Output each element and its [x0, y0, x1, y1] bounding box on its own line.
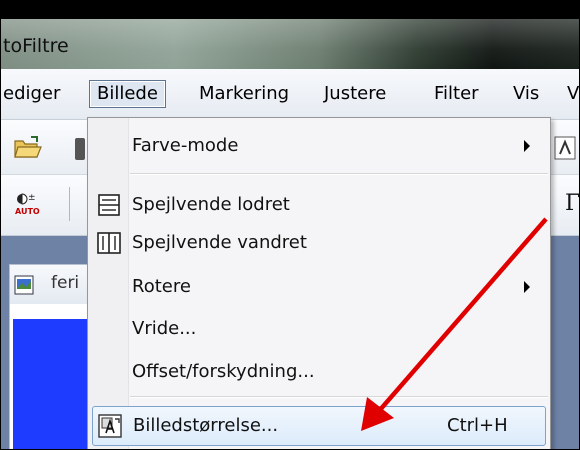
toolbar-separator: [69, 187, 70, 221]
menu-bar: ediger Billede Markering Justere Filter …: [1, 69, 579, 120]
menu-separator: [130, 396, 548, 398]
menu-item-billedstorrelse[interactable]: Billedstørrelse... Ctrl+H: [92, 406, 546, 446]
save-icon[interactable]: [75, 138, 85, 160]
submenu-arrow-icon: [524, 140, 530, 152]
auto-label: AUTO: [15, 207, 40, 216]
screenshot-frame: toFiltre ediger Billede Markering Juster…: [0, 0, 580, 450]
flip-vertical-icon: [98, 194, 120, 216]
menu-item-spejlvende-lodret[interactable]: Spejlvende lodret: [88, 186, 550, 224]
window-title: toFiltre: [3, 35, 69, 57]
menu-billede[interactable]: Billede: [89, 80, 166, 108]
gamma-icon[interactable]: Γ: [565, 191, 579, 216]
menu-item-label: Rotere: [132, 276, 191, 297]
title-bar: [1, 1, 579, 69]
right-tool-icon[interactable]: [554, 136, 576, 160]
menu-item-rotere[interactable]: Rotere: [88, 268, 550, 306]
image-size-icon: [98, 414, 122, 438]
menu-justere[interactable]: Justere: [324, 83, 386, 104]
menu-item-spejlvende-vandret[interactable]: Spejlvende vandret: [88, 224, 550, 262]
contrast-icon: ±: [17, 193, 36, 205]
document-tab-label: feri: [51, 273, 80, 293]
svg-text:±: ±: [28, 193, 36, 203]
open-folder-icon[interactable]: [13, 135, 43, 161]
document-canvas[interactable]: [13, 319, 89, 449]
menu-separator: [130, 173, 548, 175]
menu-markering[interactable]: Markering: [199, 83, 289, 104]
menu-item-label: Spejlvende lodret: [132, 194, 290, 215]
menu-item-farve-mode[interactable]: Farve-mode: [88, 127, 550, 165]
menu-vindue[interactable]: V: [567, 83, 579, 104]
image-file-icon: [14, 275, 34, 295]
billede-dropdown-menu: Farve-mode Spejlvende lodret Spejlvende …: [87, 117, 551, 449]
menu-item-label: Farve-mode: [132, 135, 239, 156]
menu-item-label: Billedstørrelse...: [133, 415, 279, 436]
menu-item-label: Spejlvende vandret: [132, 232, 307, 253]
menu-vis[interactable]: Vis: [513, 83, 539, 104]
auto-contrast-button[interactable]: ± AUTO: [15, 191, 41, 221]
menu-rediger[interactable]: ediger: [3, 83, 60, 104]
menu-item-shortcut: Ctrl+H: [447, 415, 508, 436]
menu-filter[interactable]: Filter: [434, 83, 479, 104]
flip-horizontal-icon: [97, 232, 121, 254]
menu-item-vride[interactable]: Vride...: [88, 310, 550, 348]
menu-item-offset[interactable]: Offset/forskydning...: [88, 353, 550, 391]
menu-item-label: Offset/forskydning...: [132, 361, 315, 382]
menu-item-label: Vride...: [132, 318, 197, 339]
submenu-arrow-icon: [524, 281, 530, 293]
